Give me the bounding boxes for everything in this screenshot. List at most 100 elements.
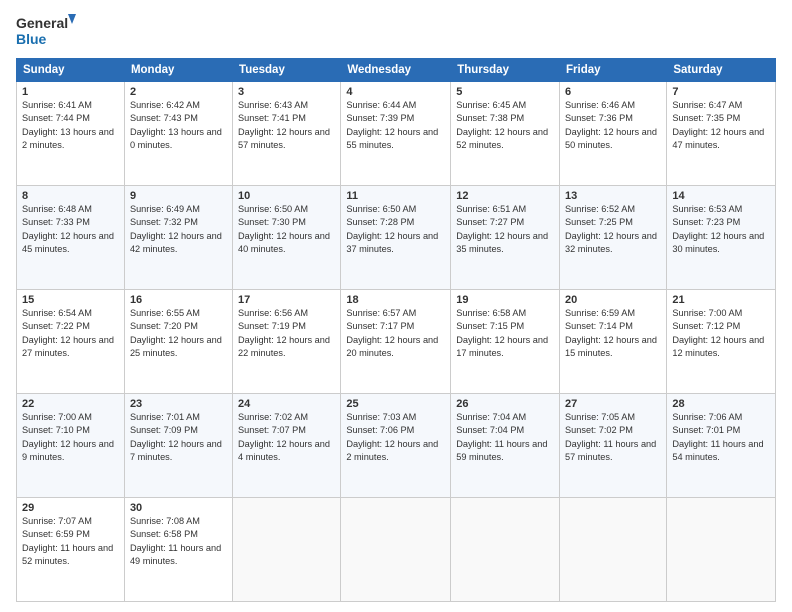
sunrise-label: Sunrise: 6:50 AM — [238, 204, 308, 214]
weekday-header-wednesday: Wednesday — [341, 59, 451, 82]
day-number: 21 — [672, 294, 770, 306]
day-info: Sunrise: 7:05 AM Sunset: 7:02 PM Dayligh… — [565, 411, 661, 464]
sunrise-label: Sunrise: 6:44 AM — [346, 100, 416, 110]
day-info: Sunrise: 6:41 AM Sunset: 7:44 PM Dayligh… — [22, 99, 119, 152]
day-info: Sunrise: 6:59 AM Sunset: 7:14 PM Dayligh… — [565, 307, 661, 360]
day-number: 16 — [130, 294, 227, 306]
daylight-label: Daylight: 12 hours and 47 minutes. — [672, 127, 764, 150]
sunrise-label: Sunrise: 7:00 AM — [22, 412, 92, 422]
calendar-cell: 6 Sunrise: 6:46 AM Sunset: 7:36 PM Dayli… — [560, 82, 667, 186]
calendar-cell — [560, 498, 667, 602]
day-number: 6 — [565, 86, 661, 98]
sunset-label: Sunset: 7:36 PM — [565, 113, 633, 123]
calendar-cell: 12 Sunrise: 6:51 AM Sunset: 7:27 PM Dayl… — [451, 186, 560, 290]
daylight-label: Daylight: 12 hours and 15 minutes. — [565, 335, 657, 358]
daylight-label: Daylight: 11 hours and 59 minutes. — [456, 439, 547, 462]
day-info: Sunrise: 7:00 AM Sunset: 7:12 PM Dayligh… — [672, 307, 770, 360]
sunset-label: Sunset: 7:23 PM — [672, 217, 740, 227]
daylight-label: Daylight: 12 hours and 50 minutes. — [565, 127, 657, 150]
daylight-label: Daylight: 11 hours and 52 minutes. — [22, 543, 113, 566]
sunset-label: Sunset: 7:22 PM — [22, 321, 90, 331]
calendar-cell: 8 Sunrise: 6:48 AM Sunset: 7:33 PM Dayli… — [17, 186, 125, 290]
weekday-header-friday: Friday — [560, 59, 667, 82]
calendar-cell — [341, 498, 451, 602]
sunrise-label: Sunrise: 6:50 AM — [346, 204, 416, 214]
calendar-cell: 23 Sunrise: 7:01 AM Sunset: 7:09 PM Dayl… — [124, 394, 232, 498]
daylight-label: Daylight: 12 hours and 25 minutes. — [130, 335, 222, 358]
sunset-label: Sunset: 7:04 PM — [456, 425, 524, 435]
daylight-label: Daylight: 11 hours and 49 minutes. — [130, 543, 221, 566]
day-info: Sunrise: 7:04 AM Sunset: 7:04 PM Dayligh… — [456, 411, 554, 464]
day-info: Sunrise: 7:02 AM Sunset: 7:07 PM Dayligh… — [238, 411, 335, 464]
daylight-label: Daylight: 12 hours and 17 minutes. — [456, 335, 548, 358]
sunrise-label: Sunrise: 6:54 AM — [22, 308, 92, 318]
sunset-label: Sunset: 7:27 PM — [456, 217, 524, 227]
daylight-label: Daylight: 12 hours and 37 minutes. — [346, 231, 438, 254]
day-info: Sunrise: 6:47 AM Sunset: 7:35 PM Dayligh… — [672, 99, 770, 152]
weekday-header-tuesday: Tuesday — [233, 59, 341, 82]
sunset-label: Sunset: 7:12 PM — [672, 321, 740, 331]
sunset-label: Sunset: 7:02 PM — [565, 425, 633, 435]
sunset-label: Sunset: 7:09 PM — [130, 425, 198, 435]
sunrise-label: Sunrise: 6:57 AM — [346, 308, 416, 318]
sunrise-label: Sunrise: 6:41 AM — [22, 100, 92, 110]
sunrise-label: Sunrise: 6:45 AM — [456, 100, 526, 110]
calendar-cell: 27 Sunrise: 7:05 AM Sunset: 7:02 PM Dayl… — [560, 394, 667, 498]
day-number: 20 — [565, 294, 661, 306]
svg-text:General: General — [16, 15, 68, 31]
sunrise-label: Sunrise: 6:59 AM — [565, 308, 635, 318]
daylight-label: Daylight: 11 hours and 57 minutes. — [565, 439, 656, 462]
sunrise-label: Sunrise: 6:58 AM — [456, 308, 526, 318]
day-info: Sunrise: 7:08 AM Sunset: 6:58 PM Dayligh… — [130, 515, 227, 568]
sunset-label: Sunset: 7:15 PM — [456, 321, 524, 331]
sunrise-label: Sunrise: 7:03 AM — [346, 412, 416, 422]
sunset-label: Sunset: 7:10 PM — [22, 425, 90, 435]
day-number: 18 — [346, 294, 445, 306]
daylight-label: Daylight: 12 hours and 30 minutes. — [672, 231, 764, 254]
calendar-cell: 14 Sunrise: 6:53 AM Sunset: 7:23 PM Dayl… — [667, 186, 776, 290]
day-info: Sunrise: 6:45 AM Sunset: 7:38 PM Dayligh… — [456, 99, 554, 152]
daylight-label: Daylight: 12 hours and 42 minutes. — [130, 231, 222, 254]
day-info: Sunrise: 6:54 AM Sunset: 7:22 PM Dayligh… — [22, 307, 119, 360]
daylight-label: Daylight: 12 hours and 9 minutes. — [22, 439, 114, 462]
day-number: 28 — [672, 398, 770, 410]
daylight-label: Daylight: 12 hours and 55 minutes. — [346, 127, 438, 150]
logo: General Blue — [16, 12, 76, 50]
day-info: Sunrise: 7:00 AM Sunset: 7:10 PM Dayligh… — [22, 411, 119, 464]
sunset-label: Sunset: 7:20 PM — [130, 321, 198, 331]
calendar-cell: 15 Sunrise: 6:54 AM Sunset: 7:22 PM Dayl… — [17, 290, 125, 394]
day-info: Sunrise: 6:44 AM Sunset: 7:39 PM Dayligh… — [346, 99, 445, 152]
sunset-label: Sunset: 7:38 PM — [456, 113, 524, 123]
sunset-label: Sunset: 7:28 PM — [346, 217, 414, 227]
day-number: 17 — [238, 294, 335, 306]
sunrise-label: Sunrise: 7:05 AM — [565, 412, 635, 422]
day-number: 1 — [22, 86, 119, 98]
daylight-label: Daylight: 12 hours and 40 minutes. — [238, 231, 330, 254]
sunset-label: Sunset: 7:17 PM — [346, 321, 414, 331]
calendar-cell: 1 Sunrise: 6:41 AM Sunset: 7:44 PM Dayli… — [17, 82, 125, 186]
calendar-cell: 24 Sunrise: 7:02 AM Sunset: 7:07 PM Dayl… — [233, 394, 341, 498]
calendar-table: SundayMondayTuesdayWednesdayThursdayFrid… — [16, 58, 776, 602]
day-info: Sunrise: 7:01 AM Sunset: 7:09 PM Dayligh… — [130, 411, 227, 464]
calendar-cell: 11 Sunrise: 6:50 AM Sunset: 7:28 PM Dayl… — [341, 186, 451, 290]
sunrise-label: Sunrise: 7:07 AM — [22, 516, 92, 526]
sunrise-label: Sunrise: 7:06 AM — [672, 412, 742, 422]
calendar-cell: 28 Sunrise: 7:06 AM Sunset: 7:01 PM Dayl… — [667, 394, 776, 498]
daylight-label: Daylight: 12 hours and 12 minutes. — [672, 335, 764, 358]
day-number: 30 — [130, 502, 227, 514]
sunset-label: Sunset: 7:25 PM — [565, 217, 633, 227]
sunset-label: Sunset: 7:01 PM — [672, 425, 740, 435]
day-info: Sunrise: 6:42 AM Sunset: 7:43 PM Dayligh… — [130, 99, 227, 152]
day-info: Sunrise: 6:49 AM Sunset: 7:32 PM Dayligh… — [130, 203, 227, 256]
daylight-label: Daylight: 13 hours and 2 minutes. — [22, 127, 114, 150]
svg-text:Blue: Blue — [16, 31, 47, 47]
sunset-label: Sunset: 7:43 PM — [130, 113, 198, 123]
weekday-header-thursday: Thursday — [451, 59, 560, 82]
day-info: Sunrise: 7:07 AM Sunset: 6:59 PM Dayligh… — [22, 515, 119, 568]
sunset-label: Sunset: 7:14 PM — [565, 321, 633, 331]
day-number: 10 — [238, 190, 335, 202]
calendar-cell: 4 Sunrise: 6:44 AM Sunset: 7:39 PM Dayli… — [341, 82, 451, 186]
calendar-cell: 5 Sunrise: 6:45 AM Sunset: 7:38 PM Dayli… — [451, 82, 560, 186]
sunrise-label: Sunrise: 7:08 AM — [130, 516, 200, 526]
sunrise-label: Sunrise: 6:49 AM — [130, 204, 200, 214]
